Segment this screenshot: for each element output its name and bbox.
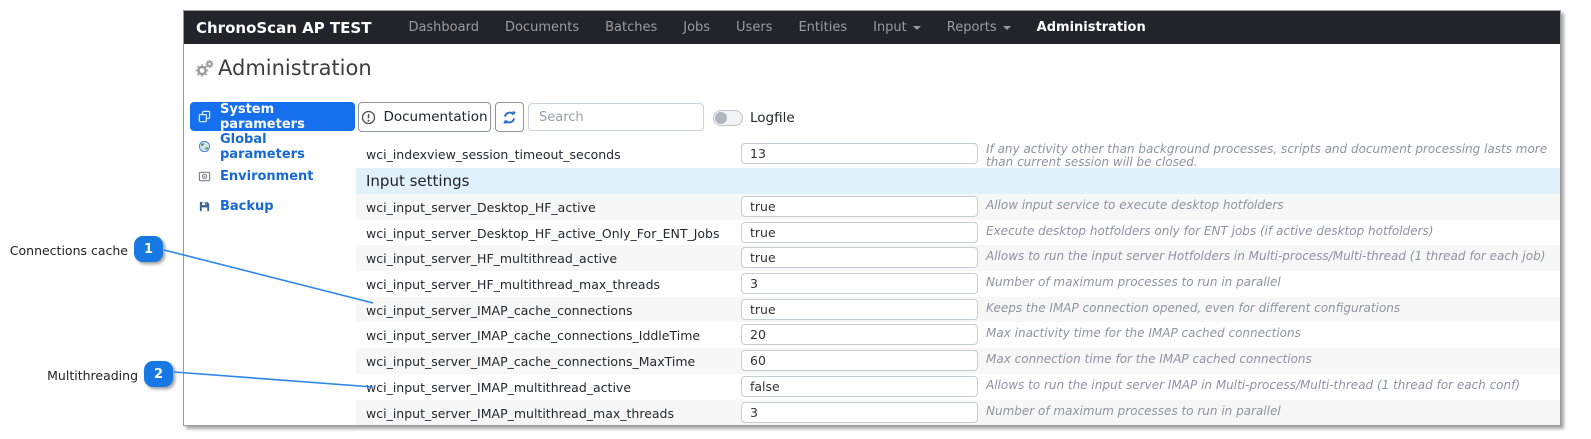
- param-name: wci_input_server_IMAP_cache_connections: [366, 303, 633, 318]
- nav-item-documents[interactable]: Documents: [492, 20, 592, 35]
- param-value-input[interactable]: [741, 247, 978, 268]
- nav-item-reports[interactable]: Reports: [934, 20, 1024, 35]
- parameters-table: wci_indexview_session_timeout_seconds If…: [356, 141, 1561, 425]
- page-header: Administration: [194, 56, 372, 80]
- callout-badge-2: 2: [144, 361, 173, 387]
- param-name: wci_input_server_Desktop_HF_active: [366, 200, 596, 215]
- param-description: Number of maximum processes to run in pa…: [986, 276, 1556, 289]
- brand-logo[interactable]: ChronoScan AP TEST: [196, 19, 371, 37]
- nav-item-input[interactable]: Input: [860, 20, 934, 35]
- logfile-label: Logfile: [750, 110, 795, 126]
- param-value-input[interactable]: [741, 196, 978, 217]
- page-title: Administration: [218, 56, 372, 80]
- param-description: Allows to run the input server IMAP in M…: [986, 379, 1556, 392]
- param-value-input[interactable]: [741, 402, 978, 423]
- param-description: Allow input service to execute desktop h…: [986, 199, 1556, 212]
- param-name: wci_input_server_IMAP_multithread_active: [366, 380, 631, 395]
- param-description: Keeps the IMAP connection opened, even f…: [986, 302, 1556, 315]
- logfile-toggle[interactable]: [713, 110, 743, 126]
- param-description: Number of maximum processes to run in pa…: [986, 405, 1556, 418]
- refresh-icon: [502, 110, 517, 125]
- param-description: Execute desktop hotfolders only for ENT …: [986, 225, 1556, 238]
- gears-icon: [194, 59, 215, 78]
- param-name: wci_input_server_IMAP_cache_connections_…: [366, 328, 700, 343]
- param-value-input[interactable]: [741, 143, 978, 164]
- param-value-input[interactable]: [741, 222, 978, 243]
- sidebar: System parameters Global parameters Envi…: [190, 102, 355, 222]
- param-description: Max inactivity time for the IMAP cached …: [986, 327, 1556, 340]
- param-name: wci_input_server_IMAP_multithread_max_th…: [366, 406, 674, 421]
- app-window: ChronoScan AP TEST Dashboard Documents B…: [183, 10, 1561, 426]
- annotated-screenshot: Connections cache 1 Multithreading 2 Chr…: [0, 0, 1591, 439]
- search-input[interactable]: [528, 103, 704, 131]
- nav-item-users[interactable]: Users: [723, 20, 785, 35]
- table-row: wci_input_server_IMAP_cache_connections_…: [356, 322, 1561, 348]
- callout-badge-1: 1: [134, 236, 163, 262]
- sidebar-item-system-parameters[interactable]: System parameters: [190, 102, 355, 131]
- param-name: wci_indexview_session_timeout_seconds: [366, 147, 621, 162]
- documentation-button[interactable]: Documentation: [358, 102, 491, 132]
- param-value-input[interactable]: [741, 273, 978, 294]
- nav-item-dashboard[interactable]: Dashboard: [395, 20, 492, 35]
- nav-item-administration[interactable]: Administration: [1024, 20, 1159, 35]
- table-row-imap-multithread-active: wci_input_server_IMAP_multithread_active…: [356, 374, 1561, 400]
- callout-label-connections-cache: Connections cache: [0, 243, 128, 258]
- environment-icon: [198, 170, 211, 183]
- table-row: wci_indexview_session_timeout_seconds If…: [356, 141, 1561, 168]
- sidebar-item-global-parameters[interactable]: Global parameters: [190, 132, 355, 161]
- nav-item-entities[interactable]: Entities: [785, 20, 860, 35]
- table-row-imap-cache-connections: wci_input_server_IMAP_cache_connections …: [356, 297, 1561, 323]
- refresh-button[interactable]: [495, 102, 524, 132]
- callout-label-multithreading: Multithreading: [0, 368, 138, 383]
- sidebar-item-backup[interactable]: Backup: [190, 192, 355, 221]
- param-name: wci_input_server_HF_multithread_max_thre…: [366, 277, 660, 292]
- param-description: Allows to run the input server Hotfolder…: [986, 250, 1556, 263]
- save-icon: [198, 200, 211, 213]
- table-row: wci_input_server_IMAP_multithread_max_th…: [356, 400, 1561, 426]
- top-navbar: ChronoScan AP TEST Dashboard Documents B…: [184, 11, 1560, 44]
- table-row: wci_input_server_HF_multithread_active A…: [356, 245, 1561, 271]
- param-name: wci_input_server_Desktop_HF_active_Only_…: [366, 226, 720, 241]
- param-description: If any activity other than background pr…: [986, 143, 1556, 168]
- param-value-input[interactable]: [741, 376, 978, 397]
- table-row: wci_input_server_HF_multithread_max_thre…: [356, 271, 1561, 297]
- param-value-input[interactable]: [741, 324, 978, 345]
- exclamation-circle-icon: [361, 110, 376, 125]
- section-header-input-settings: Input settings: [356, 168, 1561, 194]
- sidebar-item-environment[interactable]: Environment: [190, 162, 355, 191]
- globe-icon: [198, 140, 211, 153]
- table-row: wci_input_server_Desktop_HF_active Allow…: [356, 194, 1561, 220]
- param-name: wci_input_server_HF_multithread_active: [366, 251, 617, 266]
- param-description: Max connection time for the IMAP cached …: [986, 353, 1556, 366]
- param-name: wci_input_server_IMAP_cache_connections_…: [366, 354, 695, 369]
- param-value-input[interactable]: [741, 350, 978, 371]
- caret-down-icon: [913, 26, 921, 30]
- param-value-input[interactable]: [741, 299, 978, 320]
- table-row: wci_input_server_IMAP_cache_connections_…: [356, 348, 1561, 374]
- nav-item-jobs[interactable]: Jobs: [670, 20, 723, 35]
- table-row: wci_input_server_Desktop_HF_active_Only_…: [356, 220, 1561, 246]
- pages-icon: [198, 110, 211, 123]
- toggle-knob: [715, 112, 727, 124]
- nav-item-batches[interactable]: Batches: [592, 20, 670, 35]
- caret-down-icon: [1003, 26, 1011, 30]
